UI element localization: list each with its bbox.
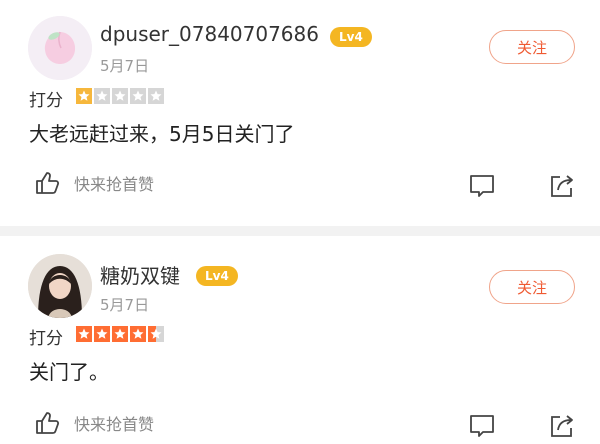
share-button[interactable]: [548, 172, 576, 200]
share-button[interactable]: [548, 412, 576, 440]
section-divider: [0, 226, 600, 236]
review-date: 5月7日: [100, 57, 150, 75]
rating-label: 打分: [29, 91, 63, 111]
thumbs-up-icon: [36, 412, 60, 434]
star-rating: [76, 326, 164, 342]
star-icon: [112, 88, 128, 104]
avatar[interactable]: [28, 16, 92, 80]
follow-button[interactable]: 关注: [489, 30, 575, 64]
comment-icon: [470, 415, 494, 437]
comment-button[interactable]: [468, 412, 496, 440]
username[interactable]: 糖奶双键: [100, 260, 180, 289]
star-rating: [76, 88, 164, 104]
star-icon: [130, 88, 146, 104]
star-icon: [130, 326, 146, 342]
star-icon: [94, 88, 110, 104]
thumbs-up-icon: [36, 172, 60, 194]
review-card: 糖奶双键 Lv4 5月7日 关注 打分 关门了。 快来抢首赞: [0, 236, 600, 437]
star-icon: [112, 326, 128, 342]
follow-button[interactable]: 关注: [489, 270, 575, 304]
star-icon: [148, 88, 164, 104]
review-text: 关门了。: [29, 360, 109, 384]
star-icon: [148, 326, 164, 342]
star-icon: [76, 88, 92, 104]
like-label: 快来抢首赞: [74, 415, 155, 434]
like-button[interactable]: 快来抢首赞: [34, 170, 154, 196]
username[interactable]: dpuser_07840707686: [100, 22, 319, 46]
like-label: 快来抢首赞: [74, 175, 155, 194]
share-icon: [551, 175, 573, 197]
level-badge: Lv4: [196, 266, 238, 286]
review-card: dpuser_07840707686 Lv4 5月7日 关注 打分 大老远赶过来…: [0, 0, 600, 226]
level-badge: Lv4: [330, 27, 372, 47]
star-icon: [94, 326, 110, 342]
comment-button[interactable]: [468, 172, 496, 200]
star-icon: [76, 326, 92, 342]
review-text: 大老远赶过来，5月5日关门了: [29, 122, 295, 146]
review-date: 5月7日: [100, 296, 150, 314]
peach-avatar-icon: [28, 16, 92, 80]
like-button[interactable]: 快来抢首赞: [34, 410, 154, 436]
user-photo-avatar-icon: [28, 254, 92, 318]
share-icon: [551, 415, 573, 437]
avatar[interactable]: [28, 254, 92, 318]
comment-icon: [470, 175, 494, 197]
rating-label: 打分: [29, 329, 63, 349]
